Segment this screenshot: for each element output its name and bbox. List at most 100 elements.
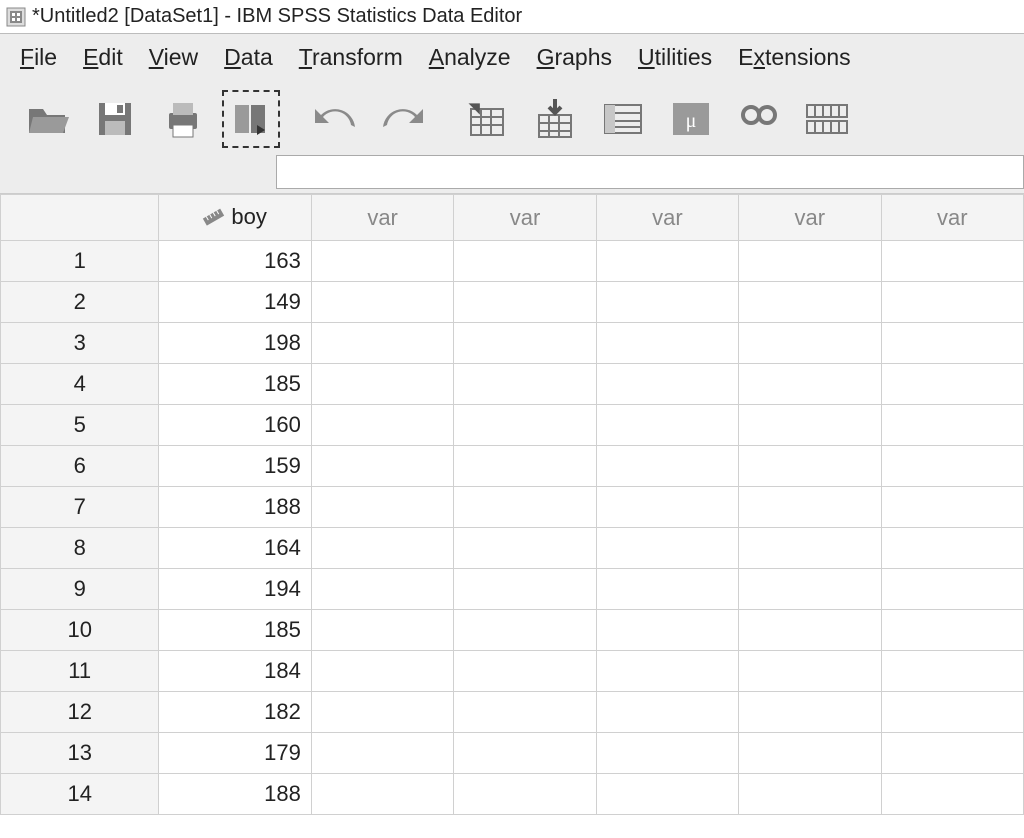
cell[interactable]: 188: [159, 774, 311, 815]
cell[interactable]: [739, 405, 881, 446]
row-number[interactable]: 6: [1, 446, 159, 487]
cell[interactable]: [311, 446, 453, 487]
cell[interactable]: [596, 241, 738, 282]
cell[interactable]: [881, 651, 1023, 692]
column-header-empty[interactable]: var: [881, 195, 1023, 241]
cell[interactable]: 164: [159, 528, 311, 569]
cell[interactable]: [454, 528, 596, 569]
data-grid[interactable]: boyvarvarvarvarvar 116321493198418551606…: [0, 193, 1024, 815]
cell[interactable]: [881, 774, 1023, 815]
cell[interactable]: 182: [159, 692, 311, 733]
cell[interactable]: 194: [159, 569, 311, 610]
cell[interactable]: [454, 610, 596, 651]
cell[interactable]: [454, 323, 596, 364]
row-number[interactable]: 14: [1, 774, 159, 815]
column-header-empty[interactable]: var: [454, 195, 596, 241]
cell[interactable]: [739, 610, 881, 651]
cell[interactable]: [739, 446, 881, 487]
cell[interactable]: [739, 487, 881, 528]
cell[interactable]: 160: [159, 405, 311, 446]
cell[interactable]: [881, 692, 1023, 733]
cell[interactable]: 163: [159, 241, 311, 282]
cell[interactable]: [881, 528, 1023, 569]
cell[interactable]: [454, 692, 596, 733]
cell[interactable]: 149: [159, 282, 311, 323]
find-icon[interactable]: [730, 90, 788, 148]
cell[interactable]: 185: [159, 610, 311, 651]
menu-utilities[interactable]: Utilities: [638, 44, 712, 71]
column-header-boy[interactable]: boy: [159, 195, 311, 241]
cell[interactable]: [454, 241, 596, 282]
row-number[interactable]: 10: [1, 610, 159, 651]
cell[interactable]: [311, 241, 453, 282]
cell[interactable]: [881, 610, 1023, 651]
cell[interactable]: [881, 405, 1023, 446]
cell[interactable]: [881, 733, 1023, 774]
row-number[interactable]: 2: [1, 282, 159, 323]
cell[interactable]: 188: [159, 487, 311, 528]
cell[interactable]: 159: [159, 446, 311, 487]
cell[interactable]: [311, 774, 453, 815]
cell[interactable]: [596, 487, 738, 528]
menu-edit[interactable]: Edit: [83, 44, 123, 71]
menu-graphs[interactable]: Graphs: [537, 44, 612, 71]
cell[interactable]: [311, 651, 453, 692]
cell[interactable]: 179: [159, 733, 311, 774]
column-header-empty[interactable]: var: [311, 195, 453, 241]
redo-icon[interactable]: [374, 90, 432, 148]
cell[interactable]: [311, 569, 453, 610]
cell[interactable]: [311, 528, 453, 569]
cell[interactable]: [596, 405, 738, 446]
cell[interactable]: [454, 569, 596, 610]
cell[interactable]: [881, 446, 1023, 487]
cell[interactable]: [311, 487, 453, 528]
menu-analyze[interactable]: Analyze: [429, 44, 511, 71]
cell[interactable]: [596, 610, 738, 651]
cell[interactable]: [311, 610, 453, 651]
cell[interactable]: [739, 528, 881, 569]
row-number[interactable]: 9: [1, 569, 159, 610]
cell[interactable]: [596, 528, 738, 569]
goto-case-icon[interactable]: [458, 90, 516, 148]
cell[interactable]: [881, 487, 1023, 528]
menu-transform[interactable]: Transform: [299, 44, 403, 71]
row-number[interactable]: 7: [1, 487, 159, 528]
split-file-icon[interactable]: [798, 90, 856, 148]
row-number[interactable]: 13: [1, 733, 159, 774]
row-number[interactable]: 1: [1, 241, 159, 282]
cell[interactable]: [454, 487, 596, 528]
column-header-empty[interactable]: var: [739, 195, 881, 241]
cell[interactable]: 184: [159, 651, 311, 692]
cell[interactable]: [311, 364, 453, 405]
cell[interactable]: [739, 282, 881, 323]
cell[interactable]: [311, 405, 453, 446]
cell[interactable]: [739, 692, 881, 733]
cell[interactable]: [454, 651, 596, 692]
cell[interactable]: [454, 774, 596, 815]
cell[interactable]: [596, 692, 738, 733]
cell[interactable]: [881, 323, 1023, 364]
cell[interactable]: [739, 323, 881, 364]
cell[interactable]: [739, 733, 881, 774]
menu-file[interactable]: File: [20, 44, 57, 71]
cell[interactable]: [596, 323, 738, 364]
cell[interactable]: 185: [159, 364, 311, 405]
row-header-corner[interactable]: [1, 195, 159, 241]
goto-variable-icon[interactable]: [526, 90, 584, 148]
run-descriptives-icon[interactable]: [662, 90, 720, 148]
cell[interactable]: 198: [159, 323, 311, 364]
save-icon[interactable]: [86, 90, 144, 148]
row-number[interactable]: 5: [1, 405, 159, 446]
recall-dialog-icon[interactable]: [222, 90, 280, 148]
print-icon[interactable]: [154, 90, 212, 148]
cell[interactable]: [311, 282, 453, 323]
row-number[interactable]: 4: [1, 364, 159, 405]
cell[interactable]: [596, 282, 738, 323]
cell[interactable]: [739, 241, 881, 282]
cell[interactable]: [596, 364, 738, 405]
cell[interactable]: [596, 446, 738, 487]
cell[interactable]: [739, 651, 881, 692]
row-number[interactable]: 11: [1, 651, 159, 692]
cell[interactable]: [881, 241, 1023, 282]
variables-icon[interactable]: [594, 90, 652, 148]
